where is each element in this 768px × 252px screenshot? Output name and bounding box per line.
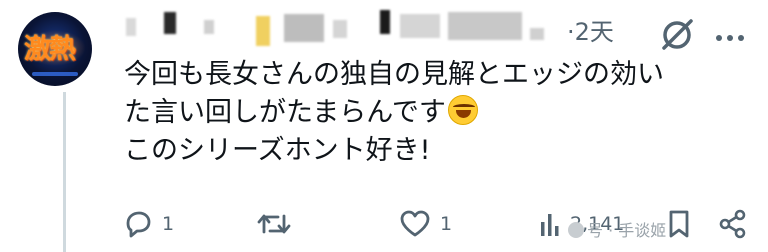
redacted-name-block [204,20,214,34]
redacted-name-block [530,28,544,40]
bookmark-icon [669,210,689,238]
watermark-logo-icon [568,222,584,238]
avatar-logo-text: 激熱 [24,34,76,65]
watermark-text: 号 · 手谈姬 [587,221,667,240]
watermark: 号 · 手谈姬 [568,217,666,241]
thread-line [63,92,66,252]
post-timestamp[interactable]: ·2天 [567,14,614,50]
like-button[interactable]: 1 [398,206,452,242]
post-text-segment: た言い回しがたまらんです [124,97,446,128]
reply-icon [126,211,151,238]
redacted-name-block [380,10,390,34]
post-header[interactable] [118,10,588,50]
heart-icon [400,210,430,237]
repost-button[interactable] [256,206,292,242]
redacted-name-block [333,20,347,38]
avatar-stripe [32,72,78,76]
reply-button[interactable]: 1 [122,206,174,242]
share-button[interactable] [718,206,748,242]
like-count: 1 [440,213,453,235]
redacted-name-block [400,14,440,38]
redacted-name-block [448,12,522,40]
redacted-name-block [164,12,176,34]
bookmark-button[interactable] [666,206,692,242]
grok-icon[interactable] [658,16,696,54]
more-options-icon[interactable] [716,26,752,44]
bar-chart-icon [541,214,559,236]
post-text-line: た言い回しがたまらんです [124,94,744,132]
avatar[interactable]: 激熱 [18,12,92,86]
share-icon [719,209,746,239]
redacted-name-block [256,16,270,46]
redacted-name-block [284,14,324,42]
repost-icon [257,214,291,234]
reply-count: 1 [162,213,175,235]
post-body: 今回も長女さんの独自の見解とエッジの効い た言い回しがたまらんです このシリーズ… [124,56,744,170]
rolling-on-floor-laughing-icon [447,95,478,125]
redacted-name-block [126,18,136,36]
post-text-line: 今回も長女さんの独自の見解とエッジの効い [124,59,664,90]
post-text-line: このシリーズホント好き! [124,135,431,166]
